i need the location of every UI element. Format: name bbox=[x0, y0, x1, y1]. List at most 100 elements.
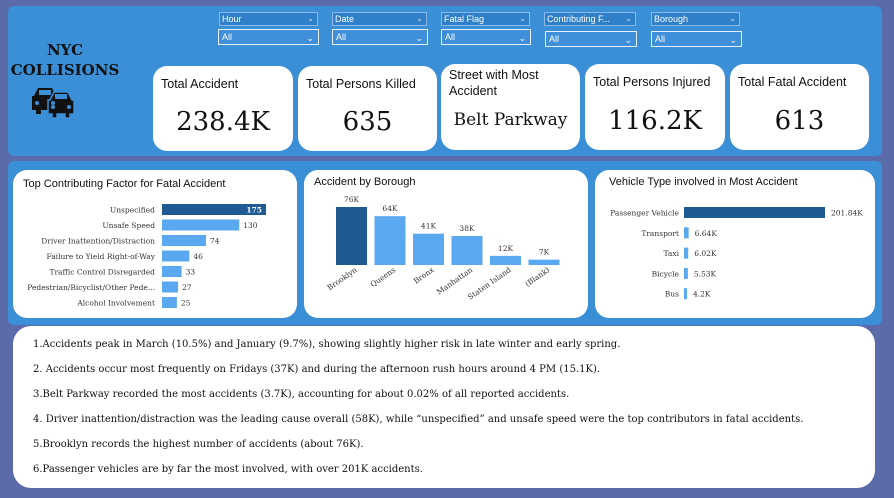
bar bbox=[684, 267, 688, 279]
chevron-down-icon: ⌄ bbox=[729, 35, 737, 45]
chevron-down-icon: ⌄ bbox=[306, 33, 314, 43]
data-label: 74 bbox=[210, 237, 220, 246]
chart-card-contributing-factor: Top Contributing Factor for Fatal Accide… bbox=[13, 170, 297, 318]
filter-borough-select[interactable]: All ⌄ bbox=[651, 31, 742, 47]
kpi-title: Total Persons Killed bbox=[306, 77, 416, 91]
bar bbox=[684, 207, 825, 218]
filter-label-text: Fatal Flag bbox=[444, 14, 485, 24]
data-label: 12K bbox=[498, 244, 514, 253]
filter-borough-label[interactable]: Borough ⌄ bbox=[651, 12, 740, 26]
data-label: 6.02K bbox=[694, 249, 717, 258]
kpi-title: Street with Most Accident bbox=[449, 68, 539, 98]
filter-label-text: Borough bbox=[654, 14, 689, 24]
bar bbox=[374, 216, 406, 265]
data-label: 25 bbox=[181, 299, 191, 308]
category-label: Taxi bbox=[663, 249, 679, 258]
data-label: 38K bbox=[459, 224, 475, 233]
filter-value: All bbox=[336, 32, 347, 42]
filter-date-label[interactable]: Date ⌄ bbox=[332, 12, 427, 26]
insights-panel: 1.Accidents peak in March (10.5%) and Ja… bbox=[13, 326, 875, 488]
category-label: Bus bbox=[665, 290, 679, 299]
chart-card-borough: Accident by Borough 76K Brooklyn 64K Queens… bbox=[304, 170, 588, 318]
kpi-street-most-accident: Street with Most Accident Belt Parkway bbox=[441, 64, 580, 150]
category-label: (Blank) bbox=[523, 265, 551, 288]
category-label: Pedestrian/Bicyclist/Other Pede... bbox=[27, 283, 155, 292]
chevron-down-icon: ⌄ bbox=[519, 14, 526, 23]
chart-contributing-factor: Unspecified 175 Unsafe Speed 130 Driver Inat… bbox=[27, 204, 266, 308]
data-label: 27 bbox=[182, 283, 192, 292]
filter-value: All bbox=[445, 32, 456, 42]
category-label: Staten Island bbox=[466, 265, 513, 302]
filter-value: All bbox=[655, 34, 666, 44]
brand-line-2: COLLISIONS bbox=[10, 61, 120, 79]
brand-title: NYC COLLISIONS bbox=[10, 40, 120, 80]
chevron-down-icon: ⌄ bbox=[518, 33, 526, 43]
chart-vehicle-type: Passenger Vehicle 201.84K Transport 6.64K Ta… bbox=[610, 207, 863, 300]
chevron-down-icon: ⌄ bbox=[625, 14, 632, 23]
filter-fatal-flag-select[interactable]: All ⌄ bbox=[441, 29, 531, 45]
kpi-title: Total Fatal Accident bbox=[738, 75, 847, 89]
data-label: 76K bbox=[344, 195, 360, 204]
data-label: 175 bbox=[246, 206, 262, 215]
bar bbox=[162, 297, 177, 308]
bar bbox=[336, 207, 367, 265]
filter-contributing-factor-label[interactable]: Contributing F... ⌄ bbox=[544, 12, 636, 26]
insight-line: 2. Accidents occur most frequently on Fr… bbox=[33, 364, 601, 375]
insight-line: 1.Accidents peak in March (10.5%) and Ja… bbox=[33, 339, 621, 350]
chart-borough: 76KBrooklyn64KQueens41KBronx38KManhattan… bbox=[326, 195, 560, 302]
kpi-value: 116.2K bbox=[608, 106, 702, 136]
bar bbox=[162, 266, 182, 277]
category-label: Passenger Vehicle bbox=[610, 209, 679, 218]
chevron-down-icon: ⌄ bbox=[624, 35, 632, 45]
insight-line: 5.Brooklyn records the highest number of… bbox=[33, 439, 364, 450]
filter-hour-select[interactable]: All ⌄ bbox=[218, 29, 319, 45]
filter-label-text: Hour bbox=[222, 14, 242, 24]
data-label: 201.84K bbox=[831, 209, 863, 218]
bar bbox=[413, 233, 444, 265]
category-label: Queens bbox=[369, 265, 398, 289]
kpi-value: 238.4K bbox=[176, 107, 270, 137]
filter-date-select[interactable]: All ⌄ bbox=[332, 29, 428, 45]
kpi-total-persons-injured: Total Persons Injured 116.2K bbox=[585, 64, 725, 150]
kpi-total-fatal-accident: Total Fatal Accident 613 bbox=[730, 64, 869, 150]
filter-contributing-factor-select[interactable]: All ⌄ bbox=[545, 31, 637, 47]
category-label: Transport bbox=[641, 229, 679, 238]
category-label: Failure to Yield Right-of-Way bbox=[47, 252, 156, 261]
chevron-down-icon: ⌄ bbox=[729, 14, 736, 23]
kpi-value: Belt Parkway bbox=[453, 110, 568, 130]
insight-line: 3.Belt Parkway recorded the most acciden… bbox=[33, 389, 570, 400]
data-label: 64K bbox=[382, 204, 398, 213]
data-label: 46 bbox=[193, 252, 203, 261]
filter-fatal-flag-label[interactable]: Fatal Flag ⌄ bbox=[441, 12, 530, 26]
bar bbox=[162, 250, 190, 262]
chevron-down-icon: ⌄ bbox=[415, 33, 423, 43]
kpi-total-persons-killed: Total Persons Killed 635 bbox=[298, 66, 437, 151]
car-icon bbox=[30, 86, 78, 125]
category-label: Traffic Control Disregarded bbox=[49, 268, 155, 277]
bar bbox=[162, 219, 240, 231]
kpi-total-accident: Total Accident 238.4K bbox=[153, 66, 293, 151]
category-label: Unsafe Speed bbox=[102, 221, 155, 230]
bar bbox=[490, 255, 521, 265]
filter-hour-label[interactable]: Hour ⌄ bbox=[219, 12, 318, 26]
category-label: Bronx bbox=[412, 265, 436, 286]
kpi-title: Total Persons Injured bbox=[593, 75, 711, 89]
bar bbox=[162, 281, 179, 293]
filter-label-text: Contributing F... bbox=[547, 14, 611, 24]
chevron-down-icon: ⌄ bbox=[307, 14, 314, 23]
kpi-value: 613 bbox=[774, 106, 825, 136]
category-label: Bicycle bbox=[652, 269, 680, 278]
category-label: Driver Inattention/Distraction bbox=[41, 237, 155, 246]
insight-line: 4. Driver inattention/distraction was th… bbox=[33, 414, 804, 425]
brand-line-1: NYC bbox=[46, 41, 84, 59]
bar bbox=[528, 259, 560, 265]
category-label: Brooklyn bbox=[326, 265, 359, 292]
data-label: 5.53K bbox=[694, 269, 717, 278]
data-label: 130 bbox=[243, 221, 258, 230]
kpi-title: Total Accident bbox=[161, 77, 239, 91]
chevron-down-icon: ⌄ bbox=[416, 14, 423, 23]
bar bbox=[684, 247, 689, 259]
insight-line: 6.Passenger vehicles are by far the most… bbox=[33, 464, 423, 475]
bar bbox=[684, 288, 687, 300]
chart-card-vehicle-type: Vehicle Type involved in Most Accident P… bbox=[595, 170, 875, 318]
